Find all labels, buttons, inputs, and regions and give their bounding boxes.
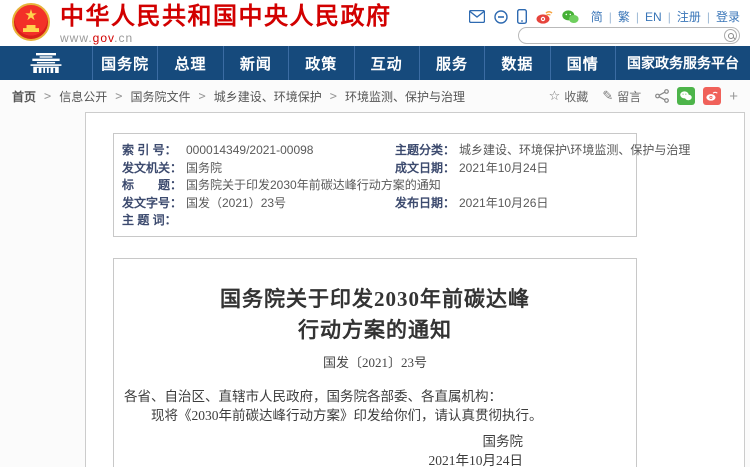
meta-written-date-label: 成文日期： bbox=[395, 160, 459, 178]
salutation-paragraph: 各省、自治区、直辖市人民政府，国务院各部委、各直属机构： bbox=[124, 387, 626, 406]
site-title: 中华人民共和国中央人民政府 bbox=[60, 3, 392, 31]
site-url: www.gov.cn bbox=[60, 31, 392, 45]
document-body-box: 国务院关于印发2030年前碳达峰 行动方案的通知 国发〔2021〕23号 各省、… bbox=[113, 258, 637, 467]
more-share-button[interactable]: + bbox=[729, 88, 738, 105]
page-actions: ☆ 收藏 ✎ 留言 + bbox=[535, 87, 738, 105]
document-text: 各省、自治区、直辖市人民政府，国务院各部委、各直属机构： 现将《2030年前碳达… bbox=[124, 387, 626, 467]
body-paragraph: 现将《2030年前碳达峰行动方案》印发给你们，请认真贯彻执行。 bbox=[124, 406, 626, 425]
register-link[interactable]: 注册 bbox=[677, 8, 701, 25]
meta-organ-value: 国务院 bbox=[186, 160, 395, 178]
lang-simplified-link[interactable]: 简 bbox=[591, 8, 603, 25]
meta-published-date-label: 发布日期： bbox=[395, 195, 459, 213]
lang-english-link[interactable]: EN bbox=[645, 10, 662, 24]
share-wechat-icon[interactable] bbox=[677, 87, 695, 105]
breadcrumb-row: 首页 > 信息公开 > 国务院文件 > 城乡建设、环境保护 > 环境监测、保护与… bbox=[0, 80, 750, 112]
lang-traditional-link[interactable]: 繁 bbox=[618, 8, 630, 25]
nav-item-national-conditions[interactable]: 国情 bbox=[550, 46, 615, 80]
meta-published-date-value: 2021年10月26日 bbox=[459, 195, 690, 213]
meta-keywords-label: 主 题 词： bbox=[122, 212, 186, 230]
meta-index-value: 000014349/2021-00098 bbox=[186, 142, 395, 160]
signature-organ: 国务院 bbox=[124, 432, 523, 451]
nav-item-services[interactable]: 服务 bbox=[419, 46, 484, 80]
meta-keywords-value bbox=[186, 212, 690, 230]
comment-icon[interactable] bbox=[494, 10, 508, 24]
nav-item-interaction[interactable]: 互动 bbox=[354, 46, 419, 80]
nav-item-state-council[interactable]: 国务院 bbox=[92, 46, 157, 80]
pencil-icon: ✎ bbox=[602, 88, 613, 104]
site-header: ★ 中华人民共和国中央人民政府 www.gov.cn bbox=[0, 0, 750, 46]
meta-title-value: 国务院关于印发2030年前碳达峰行动方案的通知 bbox=[186, 177, 690, 195]
meta-written-date-value: 2021年10月24日 bbox=[459, 160, 690, 178]
meta-organ-label: 发文机关： bbox=[122, 160, 186, 178]
nav-item-premier[interactable]: 总理 bbox=[157, 46, 222, 80]
search-input[interactable] bbox=[519, 29, 724, 42]
mobile-icon[interactable] bbox=[517, 9, 527, 24]
login-link[interactable]: 登录 bbox=[716, 8, 740, 25]
signature-block: 国务院 2021年10月24日 bbox=[124, 432, 626, 467]
language-links: 简 | 繁 | EN | 注册 | 登录 bbox=[591, 8, 740, 25]
breadcrumb-state-council-documents[interactable]: 国务院文件 bbox=[131, 88, 191, 105]
document-meta-table: 索 引 号： 000014349/2021-00098 主题分类： 城乡建设、环… bbox=[113, 133, 637, 237]
weibo-icon[interactable] bbox=[536, 10, 553, 24]
meta-index-label: 索 引 号： bbox=[122, 142, 186, 160]
meta-docno-value: 国发（2021）23号 bbox=[186, 195, 395, 213]
site-brand[interactable]: ★ 中华人民共和国中央人民政府 www.gov.cn bbox=[12, 3, 392, 45]
meta-topic-value: 城乡建设、环境保护\环境监测、保护与治理 bbox=[459, 142, 690, 160]
nav-home-tiananmen-icon[interactable] bbox=[0, 46, 92, 80]
document-title: 国务院关于印发2030年前碳达峰 行动方案的通知 bbox=[124, 284, 626, 347]
document-container: 索 引 号： 000014349/2021-00098 主题分类： 城乡建设、环… bbox=[85, 112, 745, 467]
main-nav: 国务院 总理 新闻 政策 互动 服务 数据 国情 国家政务服务平台 bbox=[0, 46, 750, 80]
breadcrumb-info-disclosure[interactable]: 信息公开 bbox=[59, 88, 107, 105]
breadcrumb-environment-monitoring[interactable]: 环境监测、保护与治理 bbox=[345, 88, 465, 105]
nav-item-gov-service-platform[interactable]: 国家政务服务平台 bbox=[615, 46, 750, 80]
document-number: 国发〔2021〕23号 bbox=[124, 352, 626, 371]
search-icon[interactable] bbox=[724, 29, 737, 42]
national-emblem-logo: ★ bbox=[12, 3, 50, 41]
meta-docno-label: 发文字号： bbox=[122, 195, 186, 213]
gov-cn-page: ★ 中华人民共和国中央人民政府 www.gov.cn bbox=[0, 0, 750, 467]
nav-item-news[interactable]: 新闻 bbox=[223, 46, 288, 80]
wechat-icon[interactable] bbox=[562, 10, 579, 24]
star-icon: ☆ bbox=[549, 88, 561, 104]
site-search bbox=[518, 27, 740, 44]
breadcrumb-urban-environment[interactable]: 城乡建设、环境保护 bbox=[214, 88, 322, 105]
share-weibo-icon[interactable] bbox=[703, 87, 721, 105]
nav-item-data[interactable]: 数据 bbox=[484, 46, 549, 80]
meta-title-label: 标 题： bbox=[122, 177, 186, 195]
signature-date: 2021年10月24日 bbox=[124, 451, 523, 467]
meta-topic-label: 主题分类： bbox=[395, 142, 459, 160]
nav-item-policy[interactable]: 政策 bbox=[288, 46, 353, 80]
breadcrumb-home[interactable]: 首页 bbox=[12, 88, 36, 105]
share-icon[interactable] bbox=[655, 89, 669, 103]
leave-message-button[interactable]: ✎ 留言 bbox=[602, 88, 641, 105]
favorite-button[interactable]: ☆ 收藏 bbox=[549, 88, 589, 105]
mail-icon[interactable] bbox=[469, 10, 485, 23]
header-utility-bar: 简 | 繁 | EN | 注册 | 登录 bbox=[460, 8, 740, 25]
